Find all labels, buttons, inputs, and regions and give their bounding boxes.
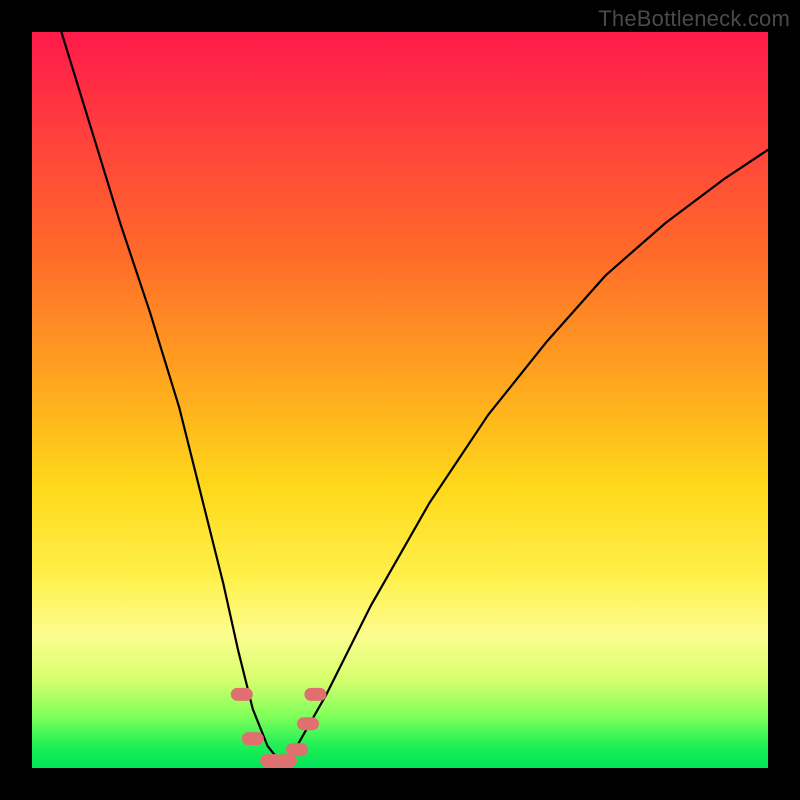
- marker-point: [242, 732, 264, 745]
- bottleneck-curve-path: [61, 32, 768, 764]
- chart-svg: [32, 32, 768, 768]
- marker-point: [231, 688, 253, 701]
- gradient-plot-area: [32, 32, 768, 768]
- outer-frame: TheBottleneck.com: [0, 0, 800, 800]
- marker-point: [297, 717, 319, 730]
- marker-point: [304, 688, 326, 701]
- marker-group: [231, 688, 327, 767]
- marker-point: [286, 743, 308, 756]
- watermark-text: TheBottleneck.com: [598, 6, 790, 32]
